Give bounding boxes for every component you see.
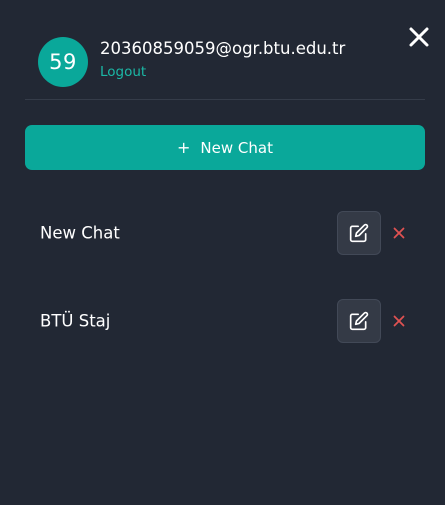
delete-chat-button[interactable] <box>391 225 407 241</box>
chat-list-item[interactable]: BTÜ Staj <box>25 291 425 351</box>
chat-title: BTÜ Staj <box>40 311 111 331</box>
close-icon <box>409 27 429 47</box>
edit-chat-button[interactable] <box>337 211 381 255</box>
chat-sidebar-panel: 59 20360859059@ogr.btu.edu.tr Logout + N… <box>0 0 445 505</box>
user-info: 20360859059@ogr.btu.edu.tr Logout <box>100 38 345 82</box>
user-email: 20360859059@ogr.btu.edu.tr <box>100 39 346 58</box>
edit-icon <box>349 223 369 243</box>
user-header: 59 20360859059@ogr.btu.edu.tr Logout <box>38 37 345 87</box>
new-chat-label: New Chat <box>200 138 273 157</box>
avatar: 59 <box>38 37 88 87</box>
delete-chat-button[interactable] <box>391 313 407 329</box>
divider <box>25 99 425 100</box>
logout-link[interactable]: Logout <box>100 62 345 82</box>
chat-list-item[interactable]: New Chat <box>25 203 425 263</box>
chat-title: New Chat <box>40 223 120 243</box>
edit-chat-button[interactable] <box>337 299 381 343</box>
plus-icon: + <box>177 138 191 157</box>
edit-icon <box>349 311 369 331</box>
new-chat-button[interactable]: + New Chat <box>25 125 425 170</box>
delete-icon <box>393 227 405 239</box>
close-button[interactable] <box>406 24 432 50</box>
delete-icon <box>393 315 405 327</box>
